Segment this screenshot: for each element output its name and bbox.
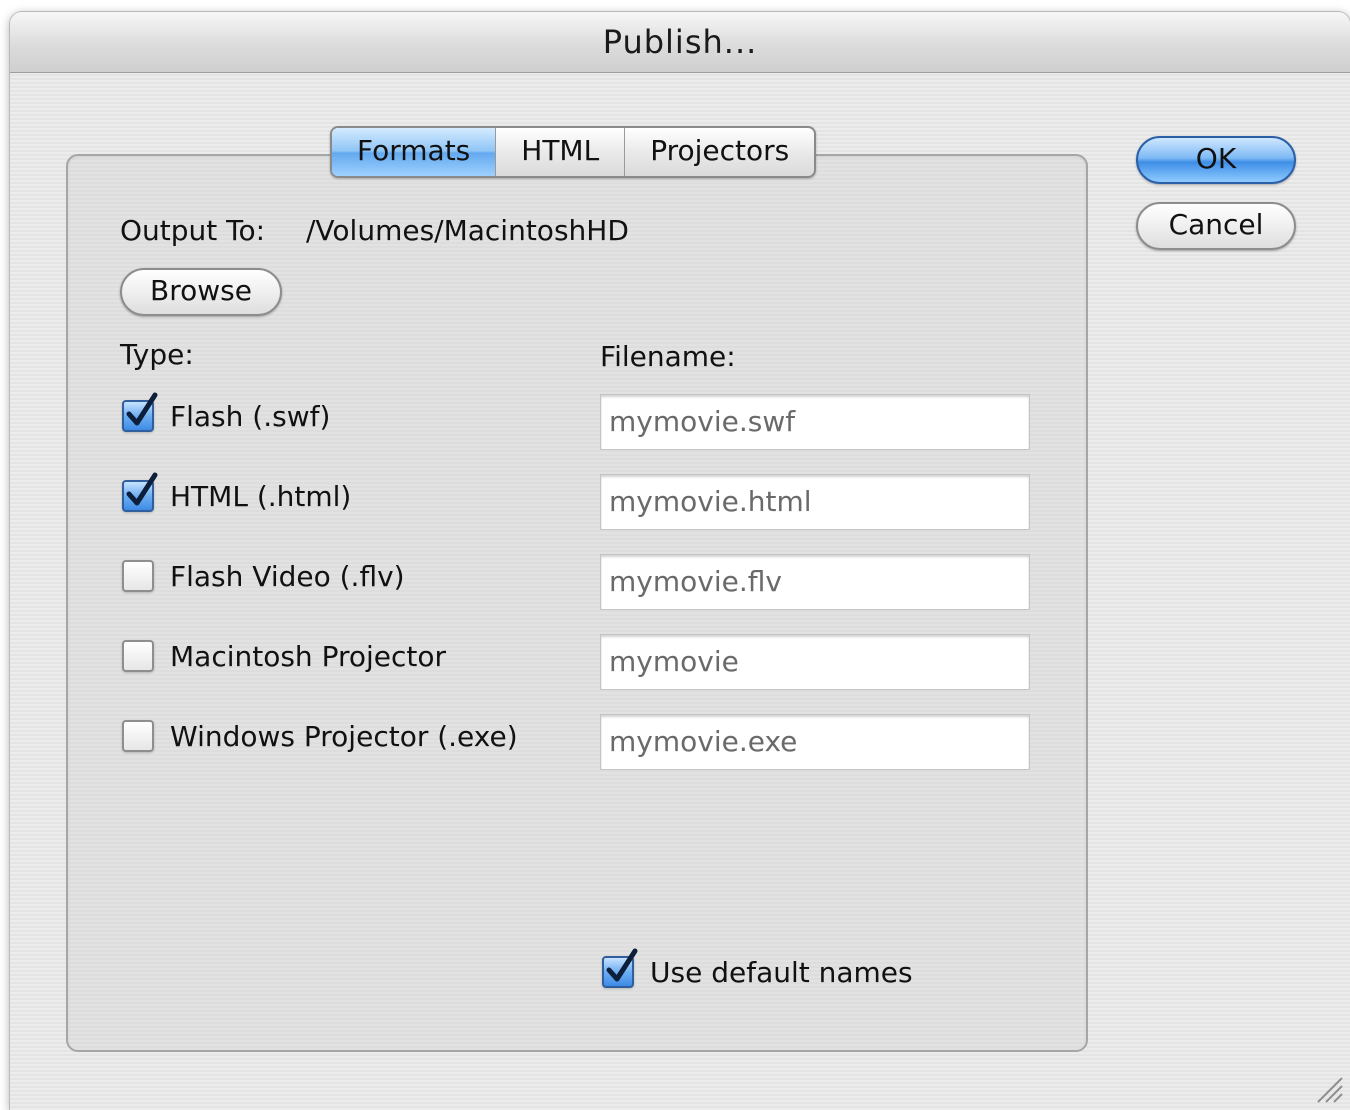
flash-swf-filename-field[interactable]: mymovie.swf — [600, 394, 1030, 450]
output-path: /Volumes/MacintoshHD — [306, 214, 629, 247]
checkmark-icon — [606, 948, 638, 982]
browse-button[interactable]: Browse — [120, 268, 282, 316]
window-title: Publish... — [602, 23, 758, 61]
checkmark-icon — [126, 472, 158, 506]
windows-projector-label[interactable]: Windows Projector (.exe) — [170, 720, 518, 753]
html-filename-field[interactable]: mymovie.html — [600, 474, 1030, 530]
publish-dialog: Publish... Formats HTML Projectors OK Ca… — [10, 12, 1350, 1110]
flash-video-label[interactable]: Flash Video (.flv) — [170, 560, 405, 593]
flash-video-filename-field[interactable]: mymovie.flv — [600, 554, 1030, 610]
use-default-names-checkbox[interactable] — [602, 948, 638, 988]
mac-projector-label[interactable]: Macintosh Projector — [170, 640, 446, 673]
ok-button[interactable]: OK — [1136, 136, 1296, 184]
tab-html[interactable]: HTML — [495, 128, 624, 176]
flash-video-checkbox[interactable] — [122, 560, 154, 592]
windows-projector-checkbox[interactable] — [122, 720, 154, 752]
tab-projectors[interactable]: Projectors — [624, 128, 814, 176]
title-bar[interactable]: Publish... — [10, 12, 1350, 73]
windows-projector-filename-field[interactable]: mymovie.exe — [600, 714, 1030, 770]
tab-bar: Formats HTML Projectors — [330, 126, 817, 178]
mac-projector-checkbox[interactable] — [122, 640, 154, 672]
html-label[interactable]: HTML (.html) — [170, 480, 351, 513]
type-header: Type: — [120, 338, 194, 371]
html-checkbox[interactable] — [122, 472, 158, 512]
mac-projector-filename-field[interactable]: mymovie — [600, 634, 1030, 690]
resize-grip-icon[interactable] — [1310, 1070, 1344, 1104]
checkmark-icon — [126, 392, 158, 426]
cancel-button[interactable]: Cancel — [1136, 202, 1296, 250]
flash-swf-checkbox[interactable] — [122, 392, 158, 432]
use-default-names-label[interactable]: Use default names — [650, 956, 913, 989]
flash-swf-label[interactable]: Flash (.swf) — [170, 400, 330, 433]
filename-header: Filename: — [600, 340, 736, 373]
tab-formats[interactable]: Formats — [332, 128, 496, 176]
output-to-label: Output To: — [120, 214, 266, 247]
